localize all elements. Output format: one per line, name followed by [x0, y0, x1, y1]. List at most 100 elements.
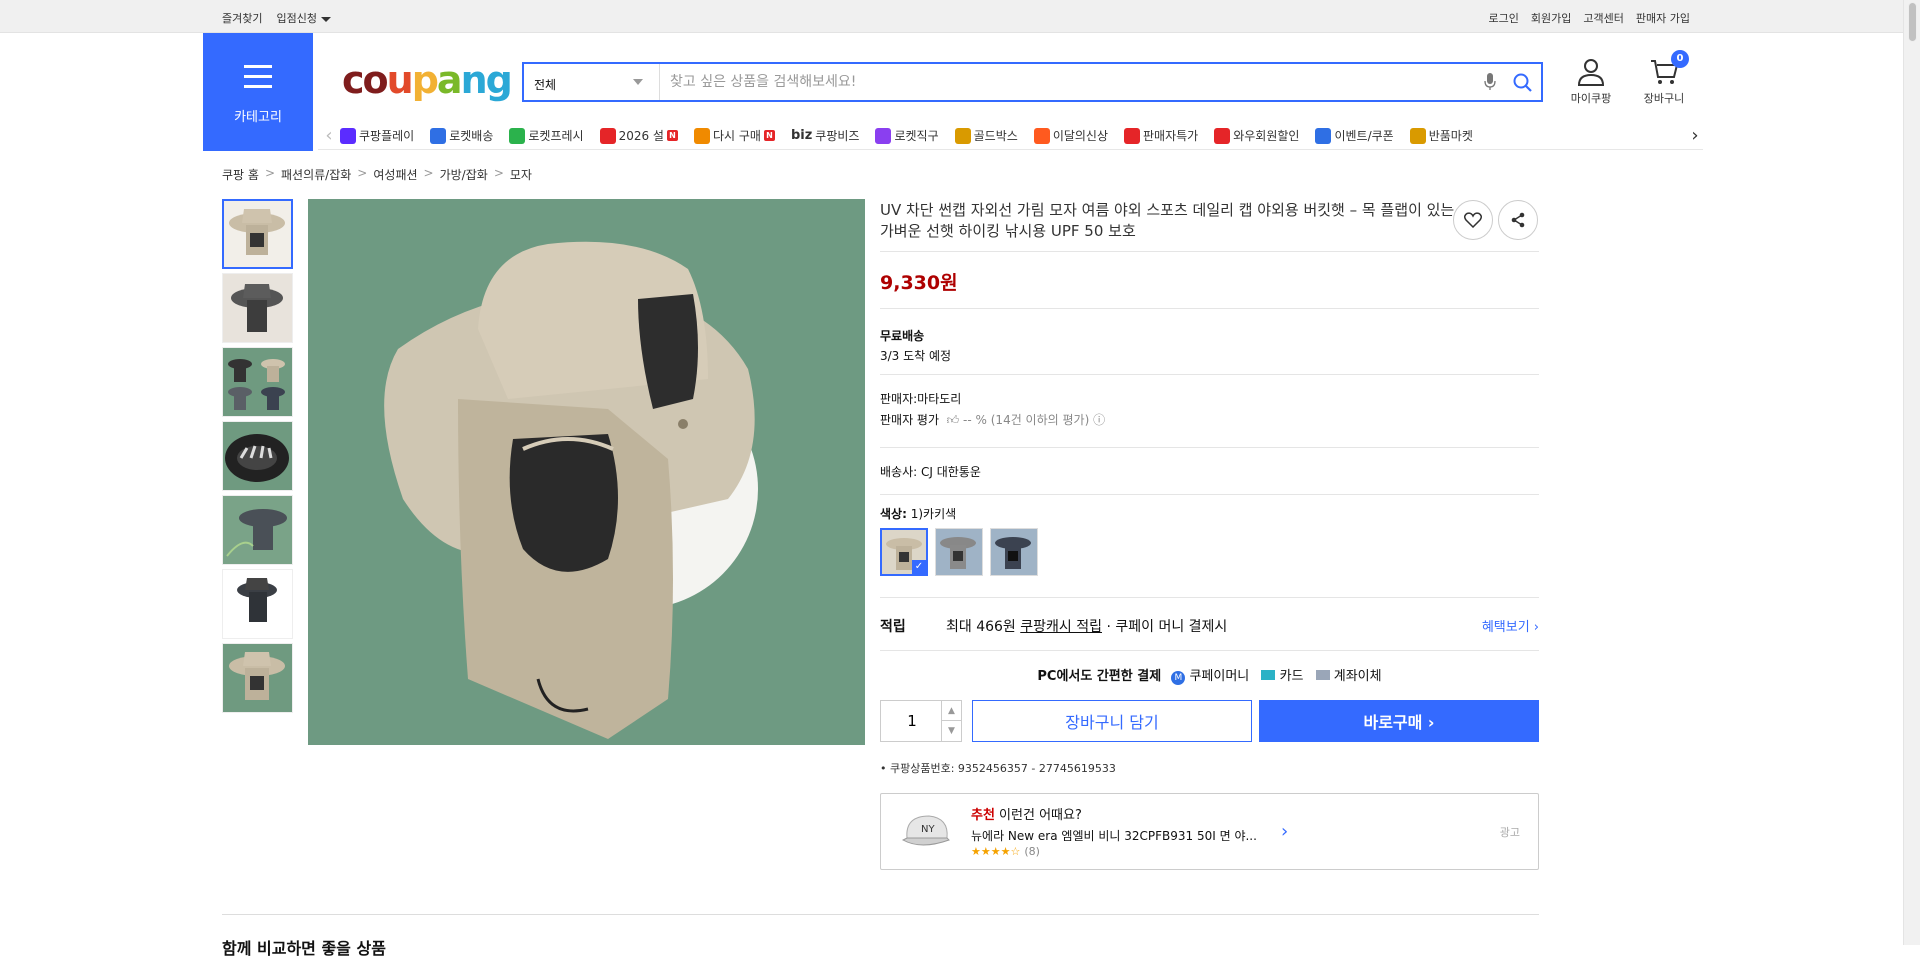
seller-rating-note: (14건 이하의 평가)	[990, 413, 1090, 427]
cash-reward-link[interactable]: 쿠팡캐시 적립	[1020, 619, 1102, 635]
divider	[880, 308, 1539, 309]
coupang-logo[interactable]: coupang	[342, 58, 513, 102]
nav-item-0[interactable]: 쿠팡플레이	[340, 127, 414, 144]
customer-center-link[interactable]: 고객센터	[1583, 10, 1623, 26]
person-icon	[1577, 59, 1605, 86]
color-value: 1)카키색	[910, 507, 957, 521]
nav-item-4[interactable]: 다시 구매 N	[693, 127, 775, 144]
seller-name[interactable]: 판매자:마타도리	[880, 389, 1105, 410]
shipping-company: 배송사: CJ 대한통운	[880, 465, 981, 479]
svg-text:NY: NY	[921, 824, 935, 835]
product-id-text: 쿠팡상품번호: 9352456357 - 27745619533	[890, 762, 1116, 775]
benefits-link[interactable]: 혜택보기 ›	[1482, 616, 1539, 635]
wow-icon	[1214, 127, 1231, 144]
nav-item-7[interactable]: 골드박스	[954, 127, 1018, 144]
cart-count-badge: 0	[1671, 50, 1689, 68]
main-product-image[interactable]	[308, 199, 865, 745]
seller-apply-label: 입점신청	[276, 12, 317, 25]
wishlist-button[interactable]	[1453, 200, 1493, 240]
caret-down-icon	[320, 16, 331, 22]
nav-item-label: 판매자특가	[1143, 129, 1199, 143]
share-button[interactable]	[1498, 200, 1538, 240]
breadcrumb-item[interactable]: 쿠팡 홈	[222, 166, 259, 183]
recommendation-card[interactable]: NY 추천 이런건 어때요? 뉴에라 New era 엠엘비 비니 32CPFB…	[880, 793, 1539, 870]
category-button[interactable]: 카테고리	[203, 33, 313, 151]
quantity-down-icon[interactable]: ▼	[941, 721, 961, 741]
gift-icon	[599, 127, 616, 144]
thumbnail-3[interactable]	[222, 347, 293, 417]
scrollbar-thumb[interactable]	[1908, 2, 1917, 42]
color-swatch-khaki[interactable]: ✓	[880, 528, 928, 576]
color-swatch-navy[interactable]	[990, 528, 1038, 576]
breadcrumb-separator-icon: >	[357, 166, 368, 180]
search-category-value: 전체	[534, 78, 557, 92]
hamburger-icon	[244, 65, 272, 88]
nav-item-label: 로켓프레시	[528, 129, 584, 143]
seller-info: 판매자:마타도리 판매자 평가 👍︎ -- % (14건 이하의 평가) ⓘ	[880, 389, 1105, 431]
breadcrumb-item[interactable]: 가방/잡화	[440, 166, 488, 183]
nav-item-label: 이달의신상	[1052, 129, 1109, 143]
thumbnail-7[interactable]	[222, 643, 293, 713]
divider	[880, 597, 1539, 598]
thumbnail-4[interactable]	[222, 421, 293, 491]
search-icon[interactable]	[1512, 72, 1534, 94]
bookmark-link[interactable]: 즐겨찾기	[222, 10, 262, 26]
reward-key: 적립	[880, 619, 906, 635]
biz-icon: biz	[790, 127, 813, 143]
add-to-cart-button[interactable]: 장바구니 담기	[972, 700, 1252, 742]
nav-item-8[interactable]: 이달의신상	[1033, 127, 1109, 144]
nav-prev-icon[interactable]: ‹	[318, 125, 340, 146]
nav-item-3[interactable]: 2026 설N	[599, 127, 678, 144]
check-icon: ✓	[912, 560, 926, 574]
nav-item-label: 골드박스	[973, 129, 1018, 143]
pay-option-coupay: 쿠페이머니	[1189, 669, 1250, 684]
signup-link[interactable]: 회원가입	[1531, 10, 1571, 26]
rating-stars: ★★★★☆ (8)	[971, 845, 1040, 858]
goldbox-icon	[954, 127, 971, 144]
nav-item-label: 쿠팡비즈	[815, 129, 860, 143]
search-category-select[interactable]: 전체	[524, 64, 660, 100]
chevron-right-icon[interactable]: ›	[1281, 821, 1288, 842]
nav-item-label: 로켓배송	[449, 129, 494, 143]
seller-signup-link[interactable]: 판매자 가입	[1636, 10, 1690, 26]
cart-button[interactable]: 0 장바구니	[1636, 50, 1692, 106]
nav-next-icon[interactable]: ›	[1681, 125, 1703, 146]
thumbnail-5[interactable]	[222, 495, 293, 565]
new-icon	[1033, 127, 1050, 144]
login-link[interactable]: 로그인	[1489, 10, 1519, 26]
breadcrumb-item[interactable]: 여성패션	[373, 166, 417, 183]
nav-item-label: 다시 구매	[712, 129, 761, 143]
percent-icon	[1124, 127, 1141, 144]
mycoupang-label: 마이쿠팡	[1570, 92, 1612, 105]
thumbnail-1[interactable]	[222, 199, 293, 269]
quantity-up-icon[interactable]: ▲	[941, 701, 961, 721]
category-nav: ‹ 쿠팡플레이 로켓배송 로켓프레시 2026 설 N 다시 구매 N biz 쿠팡비즈 로켓직구…	[318, 122, 1703, 150]
nav-item-1[interactable]: 로켓배송	[430, 127, 493, 144]
scrollbar[interactable]	[1903, 0, 1920, 945]
nav-item-5[interactable]: biz 쿠팡비즈	[791, 127, 860, 144]
nav-item-6[interactable]: 로켓직구	[875, 127, 939, 144]
thumbnail-6[interactable]	[222, 569, 293, 639]
color-swatch-gray[interactable]	[935, 528, 983, 576]
nav-item-11[interactable]: 이벤트/쿠폰	[1315, 127, 1394, 144]
nav-item-12[interactable]: 반품마켓	[1409, 127, 1473, 144]
seller-apply-dropdown[interactable]: 입점신청	[276, 10, 331, 26]
search-input[interactable]	[670, 71, 1450, 93]
share-icon	[1511, 212, 1525, 228]
recommend-rest: 이런건 어때요?	[994, 808, 1082, 823]
nav-item-2[interactable]: 로켓프레시	[509, 127, 584, 144]
microphone-icon[interactable]	[1484, 73, 1496, 91]
pay-option-transfer: 계좌이체	[1333, 669, 1382, 684]
info-icon[interactable]: ⓘ	[1093, 413, 1105, 427]
heart-icon	[1464, 212, 1482, 228]
breadcrumb-item[interactable]: 모자	[510, 166, 532, 183]
thumbnail-2[interactable]	[222, 273, 293, 343]
breadcrumb-item[interactable]: 패션의류/잡화	[281, 166, 351, 183]
nav-item-label: 반품마켓	[1428, 129, 1473, 143]
thumbnail-list	[222, 199, 293, 717]
mycoupang-button[interactable]: 마이쿠팡	[1563, 57, 1619, 106]
nav-item-10[interactable]: 와우회원할인	[1214, 127, 1299, 144]
buy-now-button[interactable]: 바로구매 ›	[1259, 700, 1539, 742]
quantity-input[interactable]	[881, 701, 943, 741]
nav-item-9[interactable]: 판매자특가	[1124, 127, 1198, 144]
